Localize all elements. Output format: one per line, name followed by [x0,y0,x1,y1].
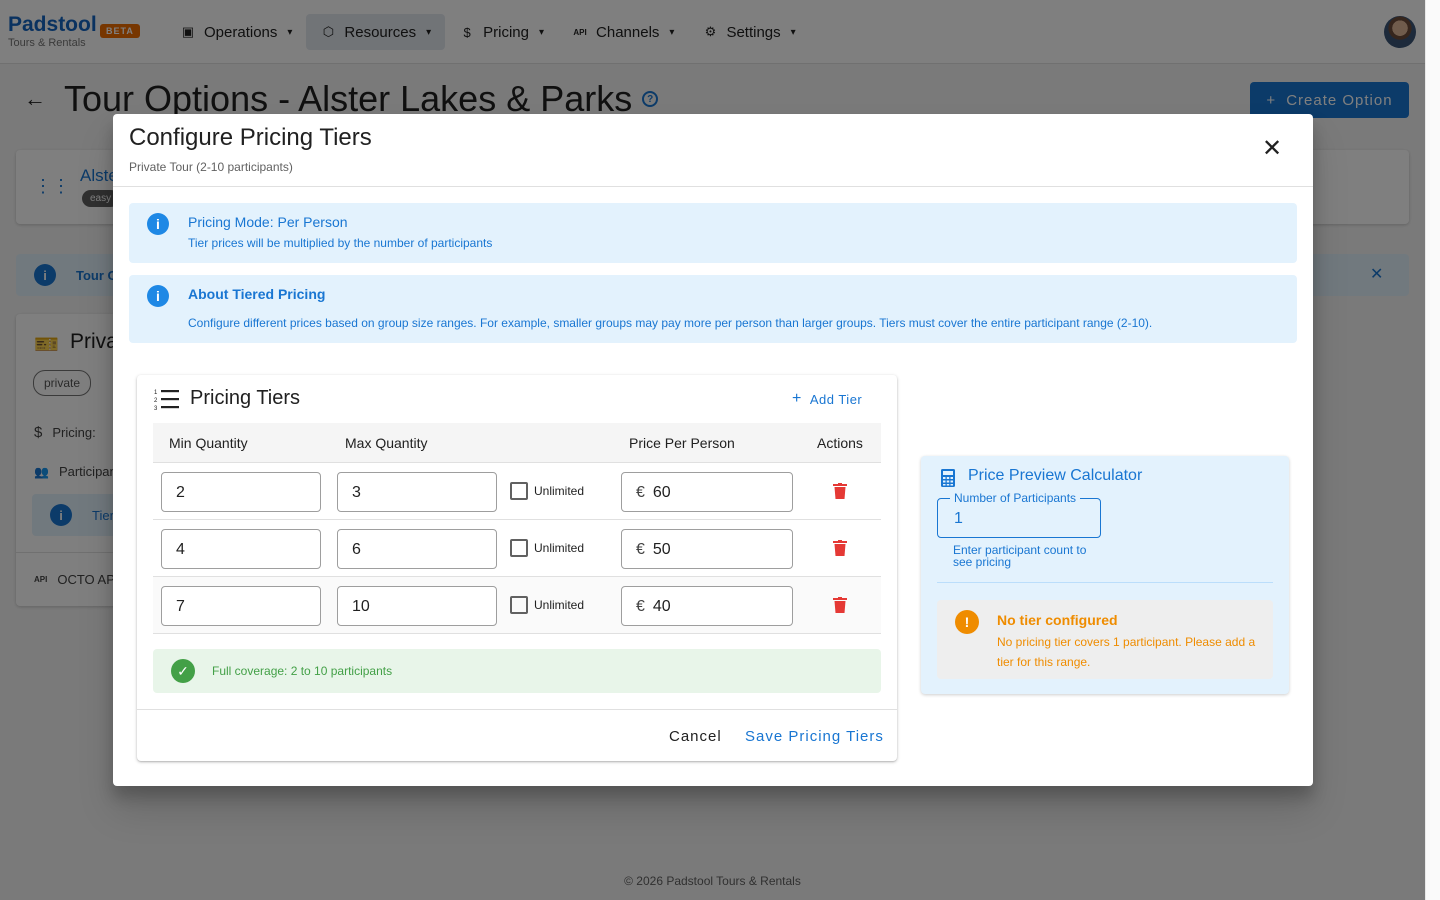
add-tier-label: Add Tier [809,391,863,407]
unlimited-checkbox[interactable]: Unlimited [510,482,584,500]
column-header: Actions [817,435,863,451]
checkbox-icon [510,596,528,614]
warning-body: No pricing tier covers 1 participant. Pl… [997,635,1256,669]
pricing-tiers-dialog: Configure Pricing Tiers Private Tour (2-… [113,114,1313,786]
close-icon[interactable]: ✕ [1259,136,1285,162]
dialog-title: Configure Pricing Tiers [129,124,372,151]
alert-heading: Pricing Mode: Per Person [188,214,348,230]
svg-text:2: 2 [154,398,158,404]
tiers-table-header: Min Quantity Max Quantity Price Per Pers… [153,423,881,463]
min-quantity-input[interactable]: 2 [161,472,321,512]
dialog-subtitle: Private Tour (2-10 participants) [129,160,293,174]
participants-input-label: Number of Participants [950,491,1081,505]
delete-icon[interactable] [833,483,847,499]
calculator-icon [941,469,955,487]
column-header: Price Per Person [629,435,735,451]
price-input[interactable]: € 40 [621,586,793,626]
check-circle-icon: ✓ [171,659,195,683]
column-header: Min Quantity [169,435,248,451]
pricing-mode-alert: i Pricing Mode: Per Person Tier prices w… [129,203,1297,263]
table-row: 4 6 Unlimited € 50 [153,520,881,577]
divider [937,582,1273,583]
max-quantity-input[interactable]: 10 [337,586,497,626]
participants-input[interactable]: Number of Participants 1 [937,491,1101,538]
add-tier-button[interactable]: + Add Tier [792,390,862,408]
divider [137,709,897,710]
alert-body: Configure different prices based on grou… [188,316,1153,330]
info-icon: i [147,285,169,307]
price-value: 40 [652,598,671,615]
page-scrollbar[interactable] [1425,0,1440,900]
warning-heading: No tier configured [997,612,1118,628]
unlimited-checkbox[interactable]: Unlimited [510,596,584,614]
price-value: 60 [652,484,671,501]
coverage-text: Full coverage: 2 to 10 participants [212,664,393,678]
pricing-tiers-title: Pricing Tiers [190,387,301,409]
unlimited-label: Unlimited [534,541,585,555]
warning-icon: ! [955,610,979,634]
participants-input-value: 1 [954,510,963,527]
save-pricing-tiers-button[interactable]: Save Pricing Tiers [745,728,884,745]
currency-symbol: € [636,541,645,558]
checkbox-icon [510,539,528,557]
divider [113,186,1313,187]
coverage-status: ✓ Full coverage: 2 to 10 participants [153,649,881,693]
checkbox-icon [510,482,528,500]
table-row: 2 3 Unlimited € 60 [153,463,881,520]
unlimited-checkbox[interactable]: Unlimited [510,539,584,557]
no-tier-warning: ! No tier configured No pricing tier cov… [937,600,1273,679]
numbered-list-icon: 1 2 3 [154,390,179,411]
currency-symbol: € [636,598,645,615]
unlimited-label: Unlimited [534,598,585,612]
svg-text:1: 1 [154,390,158,396]
price-input[interactable]: € 50 [621,529,793,569]
min-quantity-input[interactable]: 4 [161,529,321,569]
calculator-title: Price Preview Calculator [968,467,1143,484]
delete-icon[interactable] [833,597,847,613]
plus-icon: + [792,390,802,407]
min-quantity-input[interactable]: 7 [161,586,321,626]
currency-symbol: € [636,484,645,501]
max-quantity-input[interactable]: 6 [337,529,497,569]
price-input[interactable]: € 60 [621,472,793,512]
table-row: 7 10 Unlimited € 40 [153,577,881,634]
about-tiered-pricing-alert: i About Tiered Pricing Configure differe… [129,275,1297,343]
unlimited-label: Unlimited [534,484,585,498]
delete-icon[interactable] [833,540,847,556]
cancel-button[interactable]: Cancel [669,728,722,745]
column-header: Max Quantity [345,435,428,451]
alert-body: Tier prices will be multiplied by the nu… [188,236,493,250]
max-quantity-input[interactable]: 3 [337,472,497,512]
participants-helper-text: Enter participant count to see pricing [953,543,1087,569]
pricing-tiers-card: 1 2 3 Pricing Tiers + Add Tier Min Quant… [137,375,897,761]
info-icon: i [147,213,169,235]
svg-text:3: 3 [154,406,158,411]
alert-heading: About Tiered Pricing [188,286,326,302]
price-preview-calculator: Price Preview Calculator Number of Parti… [921,456,1289,694]
price-value: 50 [652,541,671,558]
